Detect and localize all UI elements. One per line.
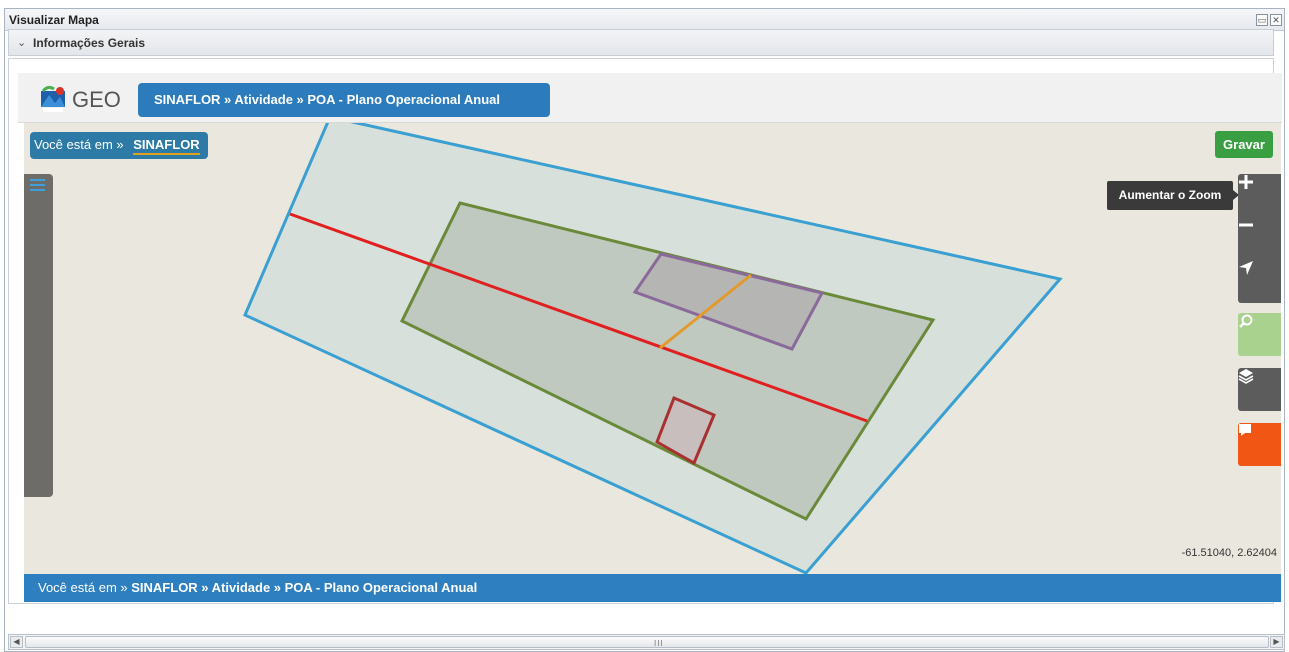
breadcrumb-footer-path[interactable]: SINAFLOR » Atividade » POA - Plano Opera… <box>131 580 477 595</box>
window-titlebar: Visualizar Mapa ▭ ✕ <box>5 9 1284 31</box>
breadcrumb-header[interactable]: SINAFLOR » Atividade » POA - Plano Opera… <box>138 83 550 117</box>
close-icon[interactable]: ✕ <box>1270 14 1282 26</box>
logo-text: GEO <box>72 87 121 112</box>
section-general-info-header[interactable]: ⌄ Informações Gerais <box>8 29 1274 56</box>
scrollbar-grip: III <box>654 639 664 648</box>
scroll-right-icon[interactable]: ▶ <box>1270 636 1283 648</box>
location-prefix: Você está em » <box>34 137 124 152</box>
maximize-icon[interactable]: ▭ <box>1256 14 1268 26</box>
zoom-in-button[interactable] <box>1238 174 1281 217</box>
search-button[interactable] <box>1238 313 1281 356</box>
scroll-left-icon[interactable]: ◀ <box>10 636 23 648</box>
plus-icon <box>1239 175 1253 189</box>
geo-logo: GEO <box>40 83 140 117</box>
locate-button[interactable] <box>1238 260 1281 303</box>
ibama-emblem-icon <box>41 85 65 112</box>
breadcrumb-footer: Você está em » SINAFLOR » Atividade » PO… <box>24 574 1281 602</box>
location-breadcrumb[interactable]: Você está em » SINAFLOR <box>30 132 208 159</box>
comment-button[interactable] <box>1238 423 1281 466</box>
navigation-arrow-icon <box>1239 261 1253 275</box>
zoom-out-button[interactable] <box>1238 217 1281 260</box>
side-panel[interactable] <box>24 174 53 497</box>
layers-button[interactable] <box>1238 368 1281 411</box>
search-icon <box>1239 314 1253 328</box>
location-current[interactable]: SINAFLOR <box>133 137 200 155</box>
coordinates-readout: -61.51040, 2.62404 <box>1181 547 1277 559</box>
window-title: Visualizar Mapa <box>9 13 99 27</box>
horizontal-scrollbar[interactable]: ◀ III ▶ <box>8 634 1285 650</box>
map-canvas[interactable]: Você está em » SINAFLOR Gravar Aumentar … <box>24 123 1281 574</box>
chevron-down-icon: ⌄ <box>17 37 27 49</box>
save-button[interactable]: Gravar <box>1215 131 1273 158</box>
scrollbar-thumb[interactable]: III <box>25 636 1269 648</box>
layers-icon <box>1238 369 1254 384</box>
comment-icon <box>1239 424 1251 436</box>
breadcrumb-footer-prefix: Você está em » <box>38 580 128 595</box>
menu-icon[interactable] <box>30 179 45 193</box>
app-header: GEO SINAFLOR » Atividade » POA - Plano O… <box>18 73 1282 123</box>
zoom-tooltip: Aumentar o Zoom <box>1107 181 1239 210</box>
map-geometry <box>243 123 1063 574</box>
section-title: Informações Gerais <box>33 36 146 50</box>
minus-icon <box>1239 223 1253 227</box>
